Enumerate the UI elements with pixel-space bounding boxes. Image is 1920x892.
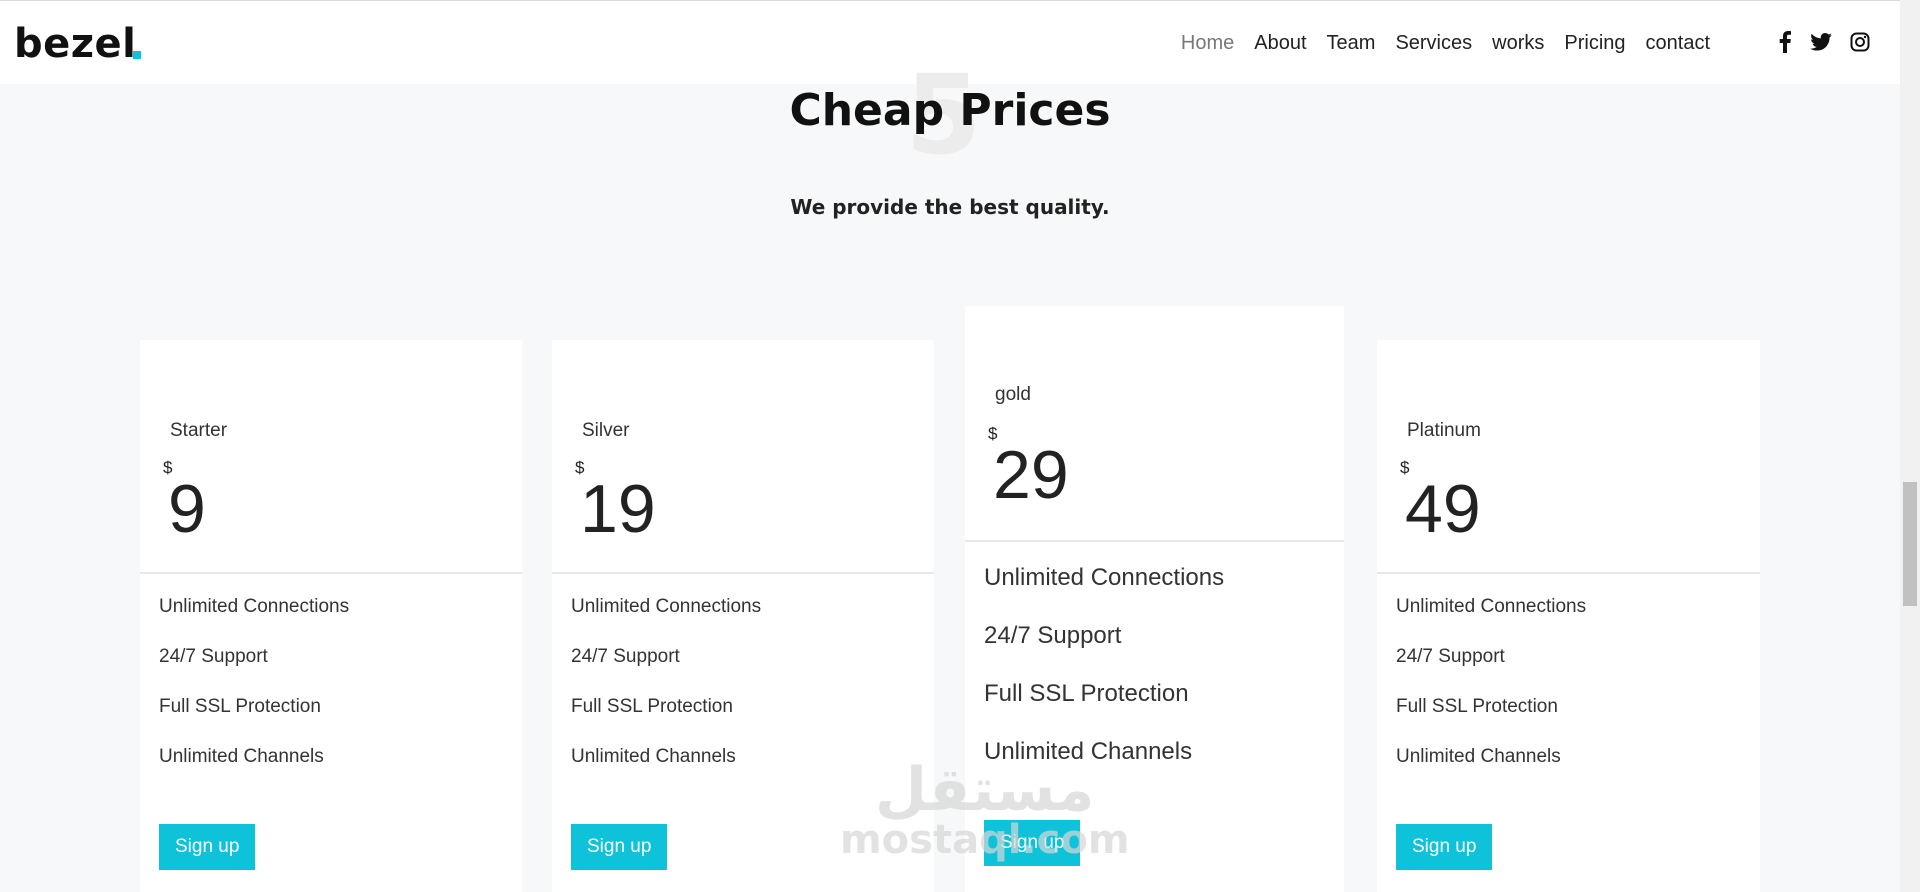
plan-name: gold: [995, 384, 1031, 405]
plan-price: 19: [580, 471, 656, 547]
nav-links: Home About Team Services works Pricing c…: [1181, 32, 1710, 55]
feature-item: Unlimited Connections: [984, 564, 1225, 591]
pricing-card-platinum: Platinum $ 49 Unlimited Connections 24/7…: [1377, 340, 1760, 892]
watermark-latin: mostaql.com: [840, 817, 1130, 863]
card-header: Starter $ 9: [140, 340, 522, 574]
signup-button[interactable]: Sign up: [1396, 824, 1493, 870]
plan-name: Silver: [582, 420, 630, 441]
feature-item: Unlimited Connections: [159, 596, 350, 617]
social-links: [1778, 31, 1870, 53]
plan-price: 49: [1405, 471, 1481, 547]
feature-item: Unlimited Channels: [1396, 746, 1561, 767]
pricing-card-starter: Starter $ 9 Unlimited Connections 24/7 S…: [140, 340, 522, 892]
logo[interactable]: bezel: [14, 21, 136, 67]
feature-item: Full SSL Protection: [571, 696, 733, 717]
facebook-icon[interactable]: [1778, 31, 1792, 53]
nav-contact[interactable]: contact: [1646, 32, 1710, 55]
feature-item: Unlimited Channels: [159, 746, 324, 767]
feature-item: Full SSL Protection: [984, 680, 1189, 707]
nav-pricing[interactable]: Pricing: [1564, 32, 1625, 55]
card-header: Platinum $ 49: [1377, 340, 1760, 574]
feature-item: 24/7 Support: [1396, 646, 1505, 667]
page-scrollbar[interactable]: [1900, 0, 1920, 892]
feature-item: Unlimited Connections: [571, 596, 762, 617]
plan-name: Starter: [170, 420, 228, 441]
watermark: مستقل mostaql.com: [840, 760, 1130, 860]
card-header: gold $ 29: [965, 306, 1344, 542]
feature-list: Unlimited Connections 24/7 Support Full …: [1377, 574, 1760, 796]
plan-price: 9: [168, 471, 206, 547]
plan-price: 29: [993, 437, 1069, 513]
feature-item: Full SSL Protection: [1396, 696, 1558, 717]
signup-button[interactable]: Sign up: [159, 824, 256, 870]
watermark-arabic: مستقل: [875, 755, 1095, 825]
feature-item: 24/7 Support: [571, 646, 680, 667]
section-heading: Cheap Prices: [0, 70, 1900, 136]
twitter-icon[interactable]: [1810, 33, 1832, 51]
signup-button[interactable]: Sign up: [571, 824, 668, 870]
section-subtitle: We provide the best quality.: [790, 195, 1110, 219]
nav-team[interactable]: Team: [1327, 32, 1376, 55]
section-title: Cheap Prices: [789, 85, 1111, 136]
feature-item: 24/7 Support: [984, 622, 1122, 649]
feature-item: Unlimited Connections: [1396, 596, 1587, 617]
feature-list: Unlimited Connections 24/7 Support Full …: [140, 574, 522, 796]
plan-name: Platinum: [1407, 420, 1481, 441]
nav-home[interactable]: Home: [1181, 32, 1234, 55]
scrollbar-thumb[interactable]: [1903, 482, 1917, 606]
feature-item: 24/7 Support: [159, 646, 268, 667]
nav-about[interactable]: About: [1254, 32, 1306, 55]
logo-dot: [133, 51, 141, 59]
nav-works[interactable]: works: [1492, 32, 1544, 55]
feature-item: Full SSL Protection: [159, 696, 321, 717]
instagram-icon[interactable]: [1850, 32, 1870, 52]
nav-services[interactable]: Services: [1395, 32, 1472, 55]
card-header: Silver $ 19: [552, 340, 934, 574]
